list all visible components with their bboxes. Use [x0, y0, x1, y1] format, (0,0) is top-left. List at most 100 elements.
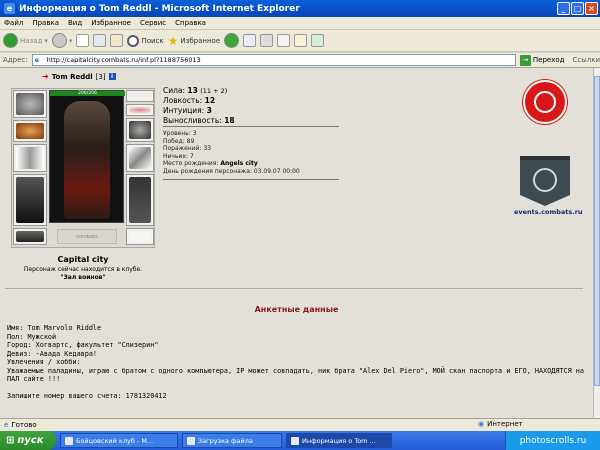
- toolbar: Назад ▾ ▾ Поиск ★ Избранное: [0, 30, 600, 52]
- stats-divider-bottom: [163, 179, 339, 180]
- stat-agility: Ловкость: 12: [163, 96, 216, 105]
- anket-hobby-label: Увлечения / хобби:: [7, 358, 81, 366]
- extra-slot[interactable]: [126, 228, 154, 245]
- stat-strength: Сила: 13 (11 + 2): [163, 86, 228, 95]
- combats-emblem: combats: [57, 229, 117, 244]
- window-title: Информация о Tom Reddl - Microsoft Inter…: [19, 3, 300, 14]
- discuss-icon[interactable]: [294, 34, 308, 47]
- page-icon: e: [4, 421, 9, 429]
- character-header: ➔ Tom Reddl [3] i: [42, 72, 116, 81]
- weapon-slot[interactable]: [13, 144, 47, 172]
- taskbar-item-info[interactable]: Информация о Tom ...: [286, 433, 392, 448]
- maximize-button[interactable]: □: [571, 2, 584, 15]
- helmet-slot[interactable]: [13, 90, 47, 118]
- ie-window: e Информация о Tom Reddl - Microsoft Int…: [0, 0, 600, 450]
- address-bar: Адрес: http://capitalcity.combats.ru/inf…: [0, 53, 600, 68]
- star-icon: ★: [167, 33, 179, 48]
- menu-favorites[interactable]: Избранное: [91, 19, 131, 27]
- ring-slot-1[interactable]: [126, 90, 154, 102]
- detail-level: Уровень: 3: [163, 130, 197, 137]
- detail-wins: Побед: 89: [163, 137, 195, 145]
- stop-icon[interactable]: [76, 34, 90, 47]
- watermark-text: photoscrolls.ru: [505, 431, 600, 450]
- stats-block: Сила: 13 (11 + 2) Ловкость: 12 Интуиция:…: [163, 86, 235, 126]
- shield-slot[interactable]: [126, 144, 154, 172]
- ring-slot-2[interactable]: [126, 104, 154, 116]
- links-button[interactable]: Ссылки: [572, 56, 600, 64]
- location-info: Персонаж сейчас находится в клубе. "Зал …: [23, 266, 143, 281]
- details-block: Уровень: 3 Побед: 89 Поражений: 33 Ничьи…: [163, 130, 300, 175]
- anket-data: Имя: Tom Marvolo Riddle Пол: Мужской Гор…: [7, 324, 585, 400]
- back-arrow-icon: [3, 33, 18, 48]
- back-button[interactable]: Назад ▾: [3, 33, 48, 48]
- armor-slot[interactable]: [13, 174, 47, 226]
- go-button[interactable]: → Переход: [519, 54, 564, 66]
- globe-icon: ◉: [478, 420, 485, 428]
- ie-icon: [65, 436, 73, 445]
- favorites-button[interactable]: ★ Избранное: [168, 34, 221, 48]
- windows-logo-icon: ⊞: [6, 435, 15, 446]
- vertical-scrollbar[interactable]: [593, 68, 600, 418]
- detail-birthplace: Место рождения: Angels city: [163, 160, 258, 167]
- anket-city: Город: Хогвартс, факультет "Слизерин": [7, 341, 159, 349]
- status-text: Готово: [11, 421, 37, 429]
- detail-draws: Ничьих: 7: [163, 152, 194, 160]
- address-input[interactable]: http://capitalcity.combats.ru/inf.pl?118…: [31, 54, 516, 66]
- start-button[interactable]: ⊞ пуск: [0, 431, 56, 450]
- minimize-button[interactable]: _: [557, 2, 570, 15]
- refresh-icon[interactable]: [93, 34, 107, 47]
- boots-slot[interactable]: [126, 174, 154, 226]
- lion-clan-logo-icon[interactable]: [523, 80, 567, 124]
- search-button[interactable]: Поиск: [127, 34, 164, 47]
- title-bar: e Информация о Tom Reddl - Microsoft Int…: [0, 0, 600, 17]
- menu-help[interactable]: Справка: [175, 19, 206, 27]
- edit-icon[interactable]: [277, 34, 291, 47]
- belt-slot[interactable]: [13, 228, 47, 245]
- amulet-slot[interactable]: [13, 120, 47, 142]
- stat-intuition: Интуиция: 3: [163, 106, 212, 115]
- menu-bar: Файл Правка Вид Избранное Сервис Справка: [0, 17, 600, 30]
- taskbar: ⊞ пуск Бойцовский клуб - М... Загрузка ф…: [0, 431, 600, 450]
- security-zone: ◉ Интернет: [478, 420, 523, 428]
- city-name: Capital city: [57, 255, 109, 264]
- character-name: Tom Reddl: [51, 72, 93, 81]
- events-banner-icon[interactable]: [520, 156, 570, 206]
- detail-losses: Поражений: 33: [163, 145, 212, 152]
- close-button[interactable]: ×: [585, 2, 598, 15]
- go-arrow-icon: →: [519, 54, 531, 66]
- forward-button[interactable]: ▾: [51, 33, 72, 48]
- forward-arrow-icon: [51, 33, 67, 48]
- info-icon[interactable]: i: [108, 73, 116, 80]
- search-icon: [127, 34, 140, 47]
- home-icon[interactable]: [110, 34, 124, 47]
- anket-hobby-text: Уважаемые паладины, играю с братом с одн…: [7, 366, 589, 384]
- stat-endurance: Выносливость: 18: [163, 116, 235, 125]
- events-url[interactable]: events.combats.ru: [514, 208, 583, 216]
- messenger-icon[interactable]: [311, 34, 325, 47]
- anket-account: Запишите номер вашего счета: 1781320412: [7, 391, 167, 400]
- history-icon[interactable]: [224, 33, 240, 48]
- status-bar: e Готово ◉ Интернет: [0, 418, 600, 431]
- gloves-slot[interactable]: [126, 118, 154, 142]
- detail-birthday: День рождения персонажа: 03.09.07 00:00: [163, 167, 300, 175]
- anket-title: Анкетные данные: [254, 305, 339, 314]
- equipment-panel: 206/206 combats: [11, 88, 155, 248]
- taskbar-item-download[interactable]: Загрузка файла: [182, 433, 282, 448]
- mail-icon[interactable]: [243, 34, 257, 47]
- section-divider: [5, 288, 583, 289]
- anket-gender: Пол: Мужской: [7, 332, 57, 341]
- hp-bar: 206/206: [50, 91, 125, 96]
- ie-icon: [291, 436, 299, 445]
- menu-file[interactable]: Файл: [4, 19, 23, 27]
- menu-tools[interactable]: Сервис: [140, 19, 166, 27]
- download-icon: [187, 436, 195, 445]
- anket-name: Имя: Tom Marvolo Riddle: [7, 324, 102, 332]
- menu-edit[interactable]: Правка: [32, 19, 59, 27]
- menu-view[interactable]: Вид: [68, 19, 82, 27]
- character-figure: [64, 101, 110, 219]
- stats-divider-top: [163, 126, 339, 127]
- scroll-thumb[interactable]: [594, 76, 600, 386]
- character-avatar: 206/206: [49, 90, 125, 223]
- print-icon[interactable]: [260, 34, 274, 47]
- taskbar-item-combats[interactable]: Бойцовский клуб - М...: [60, 433, 178, 448]
